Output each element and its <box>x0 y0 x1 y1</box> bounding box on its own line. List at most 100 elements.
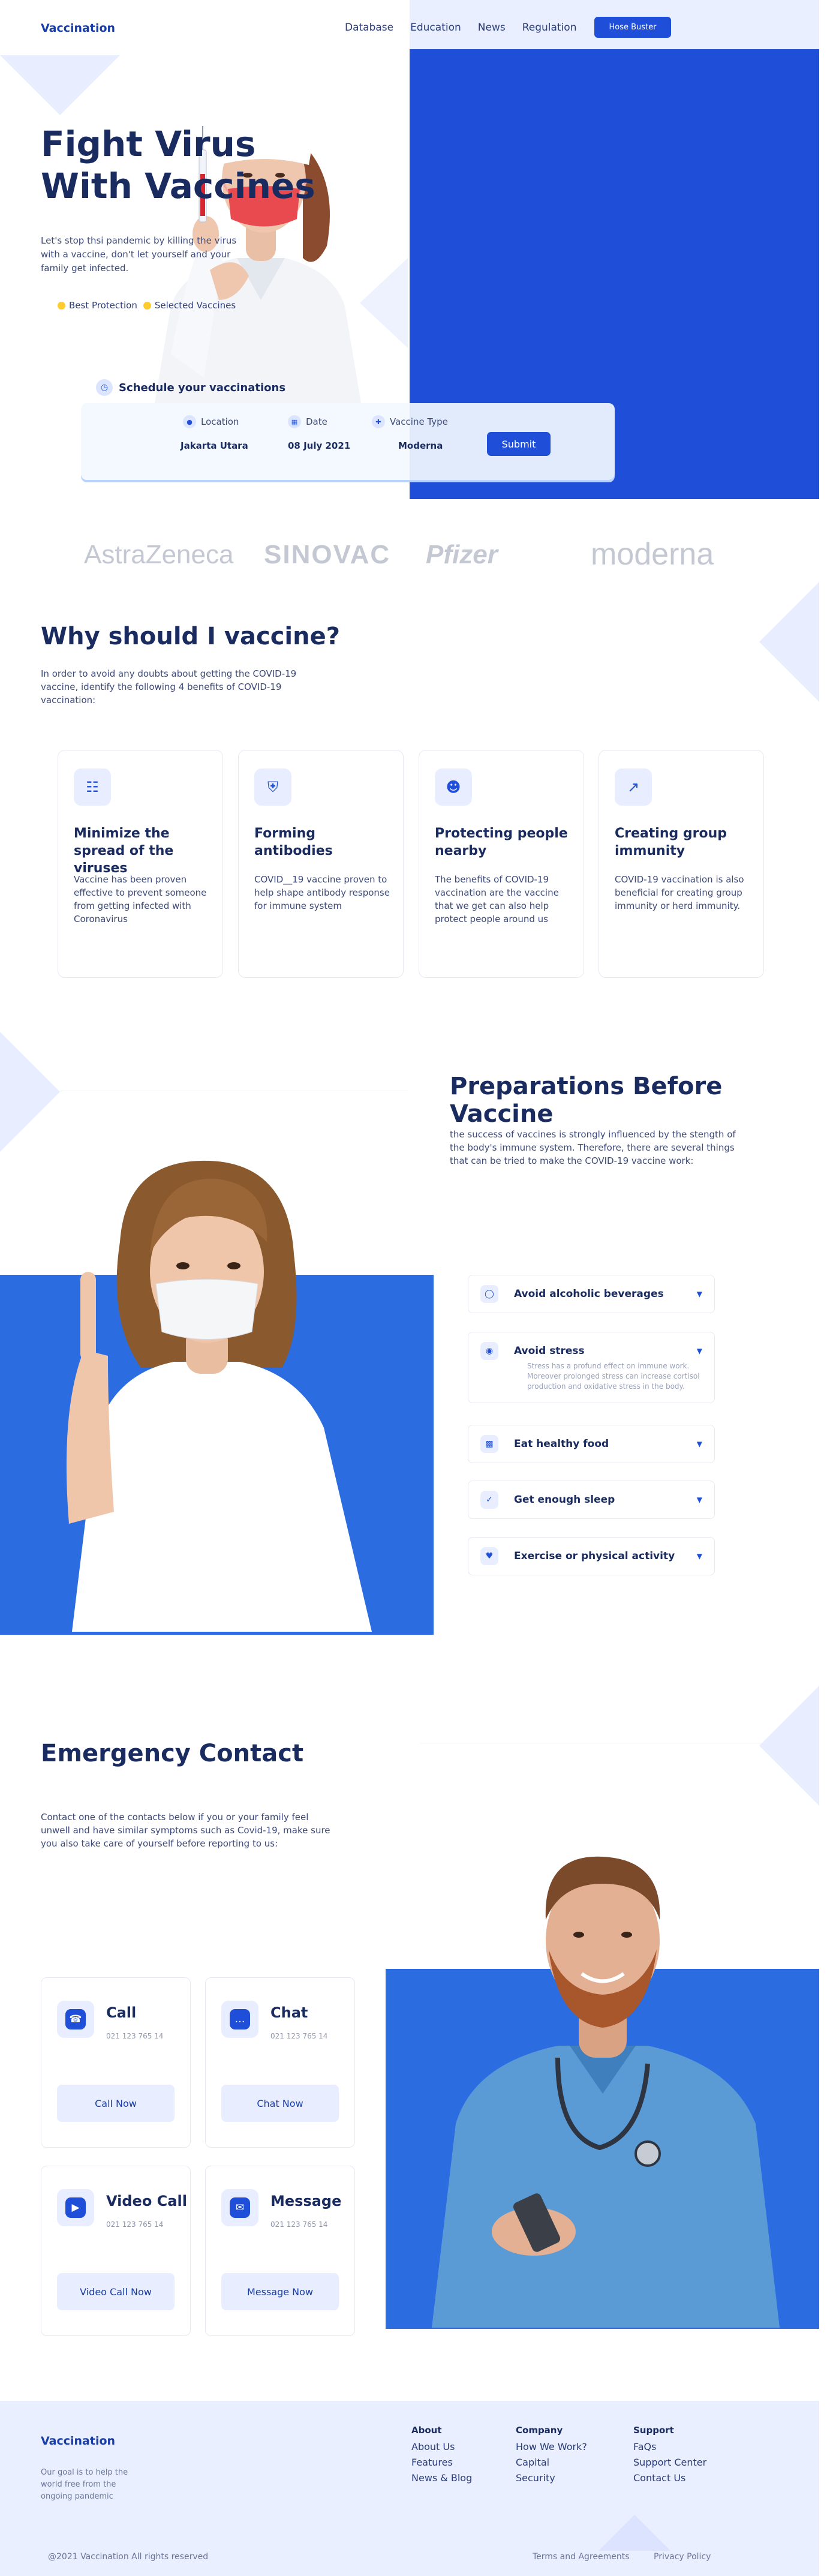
footer-link-contact-us[interactable]: Contact Us <box>633 2470 706 2486</box>
badge-selected-vaccines: Selected Vaccines <box>143 300 236 311</box>
contact-name: Video Call <box>106 2193 187 2209</box>
badge-label: Selected Vaccines <box>154 300 236 311</box>
footer-link-about-us[interactable]: About Us <box>411 2439 472 2455</box>
call-now-button[interactable]: Call Now <box>57 2085 175 2122</box>
terms-link[interactable]: Terms and Agreements <box>533 2552 630 2562</box>
date-field[interactable]: ▦ Date 08 July 2021 <box>288 415 350 451</box>
astrazeneca-logo: AstraZeneca <box>84 540 234 569</box>
brand-logo[interactable]: Vaccination <box>41 22 115 35</box>
dot-icon <box>143 301 151 310</box>
hose-buster-button[interactable]: Hose Buster <box>594 17 671 38</box>
benefit-card: ↗ Creating group immunity COVID-19 vacci… <box>599 750 764 978</box>
caret-down-icon[interactable]: ▼ <box>697 1496 702 1504</box>
nav-news[interactable]: News <box>478 22 506 34</box>
benefit-text: COVID-19 vaccination is also beneficial … <box>615 874 744 911</box>
food-icon: ▩ <box>480 1435 498 1453</box>
accordion-body: Stress has a profund effect on immune wo… <box>527 1362 700 1391</box>
schedule-heading: ◷ Schedule your vaccinations <box>96 379 285 396</box>
benefit-text: COVID__19 vaccine proven to help shape a… <box>254 874 390 911</box>
footer-link-capital[interactable]: Capital <box>516 2455 587 2470</box>
accordion-item[interactable]: ♥ Exercise or physical activity ▼ <box>468 1537 715 1575</box>
woman-mask-illustration <box>66 1160 372 1632</box>
emergency-description: Contact one of the contacts below if you… <box>41 1812 330 1849</box>
contact-name: Call <box>106 2004 137 2021</box>
footer-link-security[interactable]: Security <box>516 2470 587 2486</box>
location-field[interactable]: ● Location Jakarta Utara <box>181 415 248 451</box>
heart-icon: ♥ <box>480 1547 498 1565</box>
contact-phone: 021 123 765 14 <box>270 2220 328 2229</box>
accordion-item[interactable]: ✓ Get enough sleep ▼ <box>468 1481 715 1519</box>
accordion-label[interactable]: Avoid alcoholic beverages <box>514 1288 697 1300</box>
footer: Vaccination Our goal is to help the worl… <box>0 2401 819 2576</box>
benefit-title: Protecting people nearby <box>435 826 568 858</box>
footer-col-title: Company <box>516 2425 563 2436</box>
benefit-text: Vaccine has been proven effective to pre… <box>74 874 207 924</box>
contact-phone: 021 123 765 14 <box>106 2032 164 2040</box>
mail-icon: ✉ <box>221 2189 258 2226</box>
contact-card-chat: … Chat 021 123 765 14 Chat Now <box>205 1977 355 2148</box>
caret-down-icon[interactable]: ▼ <box>697 1440 702 1448</box>
footer-link-faqs[interactable]: FaQs <box>633 2439 706 2455</box>
accordion-item-expanded[interactable]: ◉ Avoid stress ▼ Stress has a profund effe… <box>468 1332 715 1403</box>
caret-down-icon[interactable]: ▼ <box>697 1552 702 1560</box>
message-now-button[interactable]: Message Now <box>221 2273 339 2310</box>
contact-card-call: ☎ Call 021 123 765 14 Call Now <box>41 1977 191 2148</box>
caret-down-icon[interactable]: ▼ <box>697 1347 702 1355</box>
preparations-description: the success of vaccines is strongly infl… <box>450 1129 736 1166</box>
accordion-label[interactable]: Eat healthy food <box>514 1438 697 1450</box>
benefit-title: Forming antibodies <box>254 826 333 858</box>
date-value[interactable]: 08 July 2021 <box>288 440 350 451</box>
nav-regulation[interactable]: Regulation <box>522 22 577 34</box>
privacy-link[interactable]: Privacy Policy <box>654 2552 711 2562</box>
accordion-label[interactable]: Avoid stress <box>514 1345 697 1357</box>
clock-icon: ◷ <box>96 379 113 396</box>
footer-col-company: Company How We Work? Capital Security <box>516 2425 587 2486</box>
location-value[interactable]: Jakarta Utara <box>181 440 248 451</box>
decor-triangle <box>759 1686 819 1806</box>
contact-card-message: ✉ Message 021 123 765 14 Message Now <box>205 2166 355 2336</box>
footer-link-support-center[interactable]: Support Center <box>633 2455 706 2470</box>
nav-database[interactable]: Database <box>345 22 393 34</box>
footer-col-title: About <box>411 2425 442 2436</box>
location-label: Location <box>201 416 239 427</box>
footer-link-how-we-work[interactable]: How We Work? <box>516 2439 587 2455</box>
chat-now-button[interactable]: Chat Now <box>221 2085 339 2122</box>
accordion-label[interactable]: Get enough sleep <box>514 1494 697 1506</box>
hero-title: Fight Virus With Vaccines <box>41 123 353 207</box>
hero-section: Vaccination Database Education News Regu… <box>0 0 833 504</box>
hero-title-line1: Fight Virus <box>41 124 256 164</box>
vaccine-icon: ✚ <box>372 415 385 428</box>
submit-button[interactable]: Submit <box>487 432 551 456</box>
decor-triangle <box>759 582 819 702</box>
accordion-label[interactable]: Exercise or physical activity <box>514 1550 697 1562</box>
decor-triangle <box>599 2515 670 2551</box>
decor-triangle <box>0 1032 60 1152</box>
accordion-item[interactable]: ◯ Avoid alcoholic beverages ▼ <box>468 1275 715 1313</box>
page: Vaccination Database Education News Regu… <box>0 0 833 2576</box>
shield-icon: ⛨ <box>254 768 291 806</box>
contact-card-video: ▶ Video Call 021 123 765 14 Video Call N… <box>41 2166 191 2336</box>
nav-education[interactable]: Education <box>410 22 461 34</box>
footer-logo[interactable]: Vaccination <box>41 2434 115 2448</box>
contact-phone: 021 123 765 14 <box>270 2032 328 2040</box>
hero-badges: Best Protection Selected Vaccines <box>58 300 236 311</box>
dot-icon <box>58 301 65 310</box>
why-title: Why should I vaccine? <box>41 623 340 650</box>
pfizer-logo: Pfizer <box>426 540 498 569</box>
list-icon: ☷ <box>74 768 111 806</box>
footer-link-features[interactable]: Features <box>411 2455 472 2470</box>
schedule-title: Schedule your vaccinations <box>119 381 286 394</box>
accordion-item[interactable]: ▩ Eat healthy food ▼ <box>468 1425 715 1463</box>
vaccine-type-value[interactable]: Moderna <box>398 440 448 451</box>
calendar-icon: ▦ <box>288 415 301 428</box>
caret-down-icon[interactable]: ▼ <box>697 1290 702 1298</box>
people-icon: ☻ <box>435 768 472 806</box>
video-call-now-button[interactable]: Video Call Now <box>57 2273 175 2310</box>
vaccine-type-field[interactable]: ✚ Vaccine Type Moderna <box>372 415 448 451</box>
hero-description: Let's stop thsi pandemic by killing the … <box>41 235 237 274</box>
benefit-title: Minimize the spread of the viruses <box>74 826 174 876</box>
partner-logos: AstraZeneca SINOVAC Pfizer moderna <box>0 528 833 594</box>
top-nav: Database Education News Regulation Hose … <box>345 17 671 38</box>
footer-link-news-blog[interactable]: News & Blog <box>411 2470 472 2486</box>
schedule-form: ● Location Jakarta Utara ▦ Date 08 July 20… <box>81 403 615 480</box>
